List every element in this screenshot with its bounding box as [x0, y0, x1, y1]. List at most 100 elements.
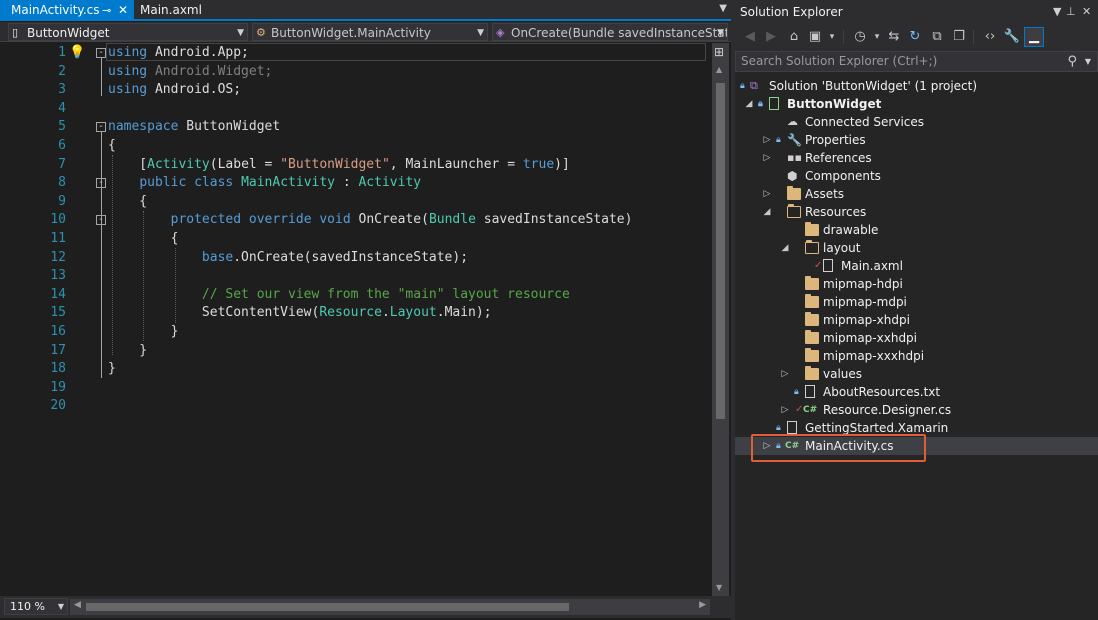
horizontal-scroll-thumb[interactable] [86, 603, 569, 611]
chevron-down-icon[interactable]: ▾ [823, 28, 841, 46]
refresh-icon[interactable]: ↻ [906, 28, 924, 46]
tree-item-connected-services[interactable]: ☁ Connected Services [735, 113, 1098, 131]
line-number: 10 [50, 212, 66, 228]
indent-guide [112, 155, 113, 355]
search-options-dropdown-icon[interactable]: ▼ [1085, 52, 1091, 71]
tree-item-mipmap-xxxhdpi[interactable]: mipmap-xxxhdpi [735, 347, 1098, 365]
tree-item-label: mipmap-xxxhdpi [823, 349, 925, 363]
tree-item-label: layout [823, 241, 861, 255]
tree-item-label: Properties [805, 133, 866, 147]
lightbulb-icon[interactable]: 💡 [69, 45, 85, 60]
pending-edit-check-icon: ✓ [814, 260, 823, 271]
tree-item-project[interactable]: ◢ 🔒︎ ButtonWidget [735, 95, 1098, 113]
close-tab-icon[interactable]: ✕ [118, 0, 128, 21]
code-line: { [108, 193, 148, 209]
tree-item-layout[interactable]: ◢ layout [735, 239, 1098, 257]
scroll-down-icon[interactable]: ▼ [716, 583, 722, 592]
view-code-icon[interactable]: ‹› [981, 28, 999, 46]
tree-item-solution[interactable]: 🔒︎ ⧉ Solution 'ButtonWidget' (1 project) [735, 77, 1098, 95]
collapse-region-icon[interactable]: - [96, 215, 106, 225]
references-icon: ▪▪ [787, 151, 802, 164]
split-window-icon[interactable]: ⊞ [714, 45, 724, 59]
tree-item-main-axml[interactable]: ✓ Main.axml [735, 257, 1098, 275]
project-dropdown[interactable]: ▯ ButtonWidget ▼ [8, 23, 248, 41]
close-panel-icon[interactable]: ✕ [1082, 0, 1091, 24]
class-dropdown[interactable]: ⚙ ButtonWidget.MainActivity ▼ [252, 23, 488, 41]
tab-main-axml[interactable]: Main.axml [134, 0, 220, 21]
lock-icon: 🔒︎ [758, 99, 763, 109]
cloud-icon: ☁ [787, 115, 798, 128]
chevron-down-icon[interactable]: ▾ [868, 28, 886, 46]
tree-item-assets[interactable]: ▷ Assets [735, 185, 1098, 203]
tree-item-label: AboutResources.txt [823, 385, 941, 399]
forward-icon[interactable]: ▶ [762, 28, 780, 46]
pin-panel-icon[interactable]: ⊥ [1066, 0, 1076, 24]
tree-item-resources[interactable]: ◢ Resources [735, 203, 1098, 221]
vertical-scrollbar[interactable]: ⊞ ▲ ▼ [712, 43, 729, 596]
expand-triangle-icon[interactable]: ▷ [780, 365, 790, 383]
panel-options-dropdown-icon[interactable]: ▼ [1053, 0, 1061, 24]
tab-mainactivity-cs[interactable]: MainActivity.cs ⊸ ✕ [0, 0, 134, 21]
vertical-scroll-thumb[interactable] [716, 83, 725, 419]
tree-item-aboutresources[interactable]: 🔒︎ AboutResources.txt [735, 383, 1098, 401]
tree-item-label: mipmap-mdpi [823, 295, 907, 309]
tree-item-mipmap-mdpi[interactable]: mipmap-mdpi [735, 293, 1098, 311]
tree-item-resource-designer[interactable]: ▷ ✓ C# Resource.Designer.cs [735, 401, 1098, 419]
home-icon[interactable]: ⌂ [785, 28, 803, 46]
collapse-triangle-icon[interactable]: ◢ [762, 203, 772, 221]
collapse-region-icon[interactable]: - [96, 178, 106, 188]
zoom-dropdown[interactable]: 110 % ▼ [4, 598, 68, 615]
code-line: protected override void OnCreate(Bundle … [170, 212, 633, 228]
tree-item-references[interactable]: ▷ ▪▪ References [735, 149, 1098, 167]
pin-tab-icon[interactable]: ⊸ [102, 0, 111, 21]
tree-item-mipmap-hdpi[interactable]: mipmap-hdpi [735, 275, 1098, 293]
collapse-region-icon[interactable]: - [96, 48, 106, 58]
search-placeholder: Search Solution Explorer (Ctrl+;) [741, 54, 938, 68]
folder-icon [805, 276, 819, 290]
tree-item-drawable[interactable]: drawable [735, 221, 1098, 239]
line-number: 11 [50, 231, 66, 246]
tree-item-values[interactable]: ▷ values [735, 365, 1098, 383]
tree-item-components[interactable]: ⬢ Components [735, 167, 1098, 185]
folder-icon [805, 294, 819, 308]
code-text-area[interactable]: using Android.App; using Android.Widget;… [108, 43, 708, 596]
code-editor[interactable]: MainActivity.cs ⊸ ✕ Main.axml ▼ ▯ Button… [0, 0, 731, 620]
tree-item-label: drawable [823, 223, 879, 237]
navigation-bar: ▯ ButtonWidget ▼ ⚙ ButtonWidget.MainActi… [0, 22, 731, 42]
scroll-left-icon[interactable]: ◀ [74, 600, 81, 610]
sync-with-document-icon[interactable]: ⇆ [885, 28, 903, 46]
solution-explorer-search-input[interactable]: Search Solution Explorer (Ctrl+;) ⚲ ▼ [735, 51, 1098, 72]
file-icon [823, 259, 833, 272]
switch-views-icon[interactable]: ▣ [806, 28, 824, 46]
tree-item-mipmap-xhdpi[interactable]: mipmap-xhdpi [735, 311, 1098, 329]
properties-wrench-icon[interactable]: 🔧 [1003, 28, 1021, 46]
line-number: 1 [58, 45, 66, 60]
tree-item-label: Resources [805, 205, 867, 219]
collapse-triangle-icon[interactable]: ◢ [780, 239, 790, 257]
search-icon[interactable]: ⚲ [1067, 52, 1077, 71]
show-all-files-icon[interactable]: ❐ [950, 28, 968, 46]
tree-item-properties[interactable]: ▷ 🔒︎ 🔧 Properties [735, 131, 1098, 149]
pending-changes-filter-icon[interactable]: ◷ [851, 28, 869, 46]
folder-open-icon [805, 240, 819, 254]
collapse-all-icon[interactable]: ⧉ [928, 28, 946, 46]
expand-triangle-icon[interactable]: ▷ [762, 185, 772, 203]
line-number: 18 [50, 361, 66, 377]
horizontal-scrollbar[interactable]: ◀ ▶ [70, 599, 710, 615]
scroll-up-icon[interactable]: ▲ [716, 65, 722, 74]
fold-line [101, 58, 102, 96]
lock-icon: 🔒︎ [794, 387, 799, 397]
scroll-right-icon[interactable]: ▶ [699, 600, 706, 610]
collapse-region-icon[interactable]: - [96, 122, 106, 132]
code-line: // Set our view from the "main" layout r… [201, 286, 570, 302]
member-dropdown[interactable]: ◈ OnCreate(Bundle savedInstanceState) ▼ [492, 23, 728, 41]
expand-triangle-icon[interactable]: ▷ [762, 149, 772, 167]
tree-item-mipmap-xxhdpi[interactable]: mipmap-xxhdpi [735, 329, 1098, 347]
back-icon[interactable]: ◀ [741, 28, 759, 46]
tab-list-dropdown-icon[interactable]: ▼ [719, 3, 727, 14]
collapse-triangle-icon[interactable]: ◢ [744, 95, 754, 113]
expand-triangle-icon[interactable]: ▷ [780, 401, 790, 419]
method-icon: ◈ [496, 26, 505, 39]
expand-triangle-icon[interactable]: ▷ [762, 131, 772, 149]
preview-selected-items-icon[interactable]: ▁ [1024, 27, 1044, 47]
